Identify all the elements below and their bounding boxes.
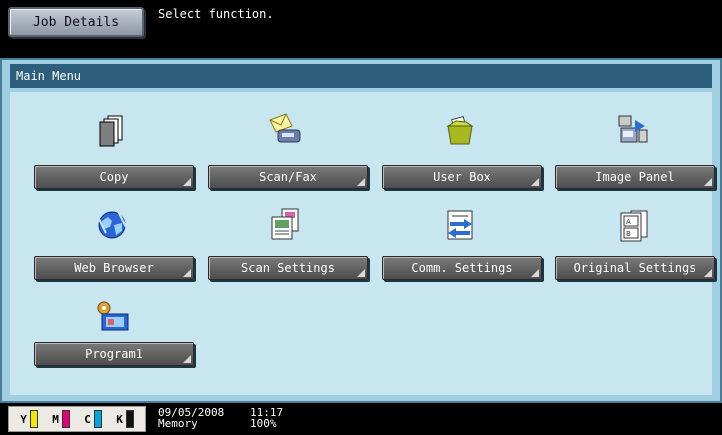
top-bar: Job Details Select function. [0,0,722,60]
toner-cyan-label: C [84,412,91,426]
image-panel-button[interactable]: Image Panel [555,165,715,189]
toner-yellow-label: Y [20,412,27,426]
comm-settings-button[interactable]: Comm. Settings [382,256,542,280]
toner-cyan: C [84,410,102,428]
image-panel-icon[interactable] [615,112,651,148]
copy-button[interactable]: Copy [34,165,194,189]
scan-fax-button[interactable]: Scan/Fax [208,165,368,189]
svg-text:A: A [626,218,631,226]
toner-black-bar [125,410,134,428]
svg-text:B: B [626,230,631,238]
toner-magenta: M [52,410,70,428]
toner-magenta-label: M [52,412,59,426]
comm-settings-icon[interactable] [442,207,478,243]
toner-magenta-bar [61,410,70,428]
main-menu-panel: Main Menu Copy Scan/Fax User Box Image P… [0,58,722,403]
time-memory-value: 11:17 100% [250,407,283,429]
scan-settings-icon[interactable] [268,207,304,243]
scan-fax-icon[interactable] [268,112,304,148]
status-bar: Y M C K 09/05/2008 Memory 11:17 100% [0,403,722,435]
job-details-button[interactable]: Job Details [8,7,144,37]
toner-yellow: Y [20,410,38,428]
toner-black: K [116,410,134,428]
main-menu-title: Main Menu [10,64,712,88]
main-menu-grid: Copy Scan/Fax User Box Image Panel A B W… [10,92,715,395]
user-box-button[interactable]: User Box [382,165,542,189]
status-message: Select function. [158,7,274,21]
original-settings-icon[interactable]: A B [615,207,651,243]
web-browser-button[interactable]: Web Browser [34,256,194,280]
toner-cyan-bar [93,410,102,428]
web-browser-icon[interactable] [94,207,130,243]
memory-value: 100% [250,417,277,430]
memory-label: Memory [158,417,198,430]
toner-yellow-bar [29,410,38,428]
original-settings-button[interactable]: Original Settings [555,256,715,280]
toner-levels: Y M C K [8,406,146,432]
program1-button[interactable]: Program1 [34,342,194,366]
scan-settings-button[interactable]: Scan Settings [208,256,368,280]
toner-black-label: K [116,412,123,426]
date-memory: 09/05/2008 Memory [158,407,224,429]
copy-icon[interactable] [94,112,130,148]
user-box-icon[interactable] [442,112,478,148]
program-icon[interactable] [94,298,130,334]
